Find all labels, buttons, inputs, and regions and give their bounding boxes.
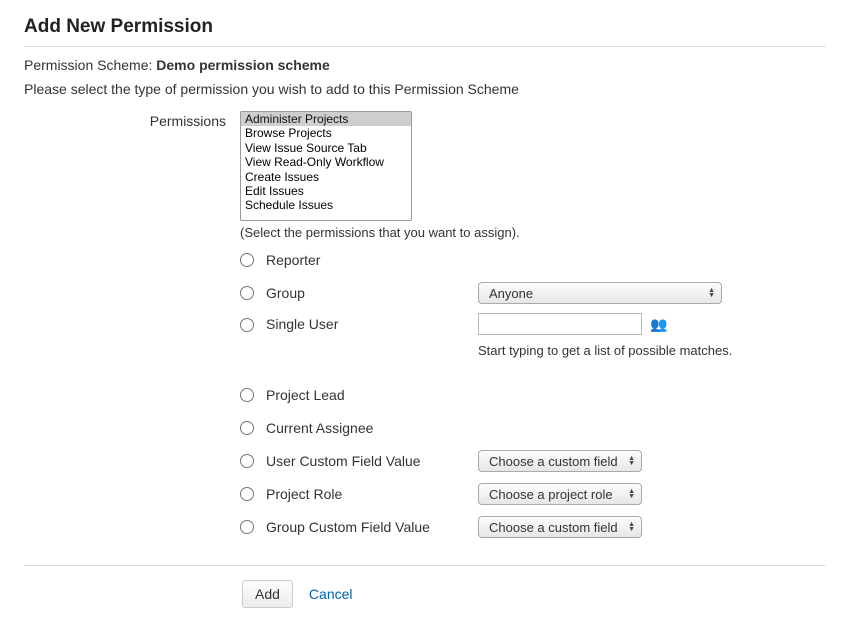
radio-user-cf[interactable] (240, 454, 254, 468)
radio-reporter-label: Reporter (266, 252, 478, 268)
chevron-updown-icon: ▲▼ (628, 489, 635, 499)
instruction-text: Please select the type of permission you… (24, 81, 826, 97)
single-user-hint: Start typing to get a list of possible m… (478, 343, 732, 358)
user-cf-select[interactable]: Choose a custom field ▲▼ (478, 450, 642, 472)
radio-row-group: Group Anyone ▲▼ (240, 280, 826, 306)
radio-current-assignee[interactable] (240, 421, 254, 435)
radio-project-role-label: Project Role (266, 486, 478, 502)
radio-current-assignee-label: Current Assignee (266, 420, 478, 436)
permissions-label: Permissions (24, 111, 240, 129)
radio-row-current-assignee: Current Assignee (240, 415, 826, 441)
radio-reporter[interactable] (240, 253, 254, 267)
chevron-updown-icon: ▲▼ (708, 288, 715, 298)
group-cf-select[interactable]: Choose a custom field ▲▼ (478, 516, 642, 538)
radio-group-cf[interactable] (240, 520, 254, 534)
group-select-value: Anyone (489, 286, 533, 301)
permission-option[interactable]: Create Issues (241, 170, 411, 184)
permission-option[interactable]: Administer Projects (241, 112, 411, 126)
group-cf-select-value: Choose a custom field (489, 520, 618, 535)
user-cf-select-value: Choose a custom field (489, 454, 618, 469)
add-button[interactable]: Add (242, 580, 293, 608)
radio-row-user-cf: User Custom Field Value Choose a custom … (240, 448, 826, 474)
chevron-updown-icon: ▲▼ (628, 456, 635, 466)
single-user-input[interactable] (478, 313, 642, 335)
project-role-select-value: Choose a project role (489, 487, 613, 502)
permissions-select[interactable]: Administer ProjectsBrowse ProjectsView I… (240, 111, 412, 221)
radio-group[interactable] (240, 286, 254, 300)
user-picker-icon[interactable]: 👥 (650, 316, 667, 333)
permission-option[interactable]: Schedule Issues (241, 198, 411, 212)
radio-group-label: Group (266, 285, 478, 301)
scheme-prefix: Permission Scheme: (24, 57, 156, 73)
permission-option[interactable]: Browse Projects (241, 126, 411, 140)
permission-option[interactable]: View Issue Source Tab (241, 141, 411, 155)
radio-single-user[interactable] (240, 318, 254, 332)
radio-project-lead[interactable] (240, 388, 254, 402)
radio-row-single-user: Single User 👥 Start typing to get a list… (240, 313, 826, 358)
scheme-line: Permission Scheme: Demo permission schem… (24, 57, 826, 73)
radio-single-user-label: Single User (266, 313, 478, 332)
group-select[interactable]: Anyone ▲▼ (478, 282, 722, 304)
chevron-updown-icon: ▲▼ (628, 522, 635, 532)
permission-option[interactable]: Edit Issues (241, 184, 411, 198)
page-title: Add New Permission (24, 16, 826, 47)
radio-user-cf-label: User Custom Field Value (266, 453, 478, 469)
project-role-select[interactable]: Choose a project role ▲▼ (478, 483, 642, 505)
radio-row-project-lead: Project Lead (240, 382, 826, 408)
radio-row-group-cf: Group Custom Field Value Choose a custom… (240, 514, 826, 540)
radio-row-project-role: Project Role Choose a project role ▲▼ (240, 481, 826, 507)
buttons-row: Add Cancel (242, 566, 826, 608)
radio-project-role[interactable] (240, 487, 254, 501)
permission-option[interactable]: View Read-Only Workflow (241, 155, 411, 169)
permissions-row: Permissions Administer ProjectsBrowse Pr… (24, 111, 826, 547)
permissions-hint: (Select the permissions that you want to… (240, 225, 826, 240)
scheme-name: Demo permission scheme (156, 57, 330, 73)
radio-project-lead-label: Project Lead (266, 387, 478, 403)
radio-row-reporter: Reporter (240, 247, 826, 273)
radio-group-cf-label: Group Custom Field Value (266, 519, 478, 535)
